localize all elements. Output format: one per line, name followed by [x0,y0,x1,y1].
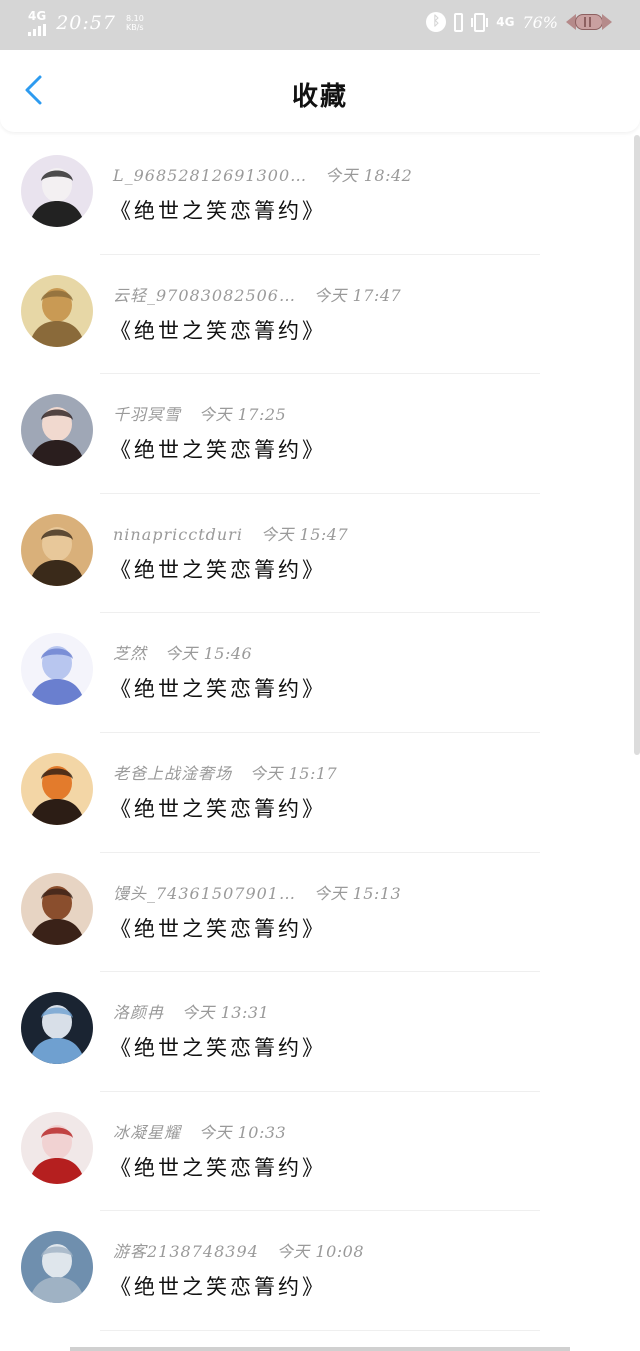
row-meta: L_96852812691300… 今天 18:42 [113,162,412,186]
avatar[interactable] [21,992,93,1065]
avatar-image [21,992,93,1065]
row-meta: 馒头_74361507901… 今天 15:13 [113,880,401,904]
network-speed-unit: KB/s [125,23,144,32]
status-bar: 4G 20:57 8.10 KB/s ᛒ 4G 76% [0,0,640,50]
avatar-image [21,1231,93,1304]
row-meta: 冰凝星耀 今天 10:33 [113,1119,286,1143]
timestamp: 今天 10:33 [199,1122,287,1142]
timestamp: 今天 15:13 [313,883,402,903]
favorite-content[interactable]: 《绝世之笑恋箐约》 [110,195,326,225]
avatar[interactable] [21,513,93,586]
header: 收藏 [0,50,640,132]
battery-icon [566,12,612,32]
status-left: 4G 20:57 8.10 KB/s [28,10,144,36]
row-meta: 洛颜冉 今天 13:31 [113,999,269,1023]
list-item[interactable]: 馒头_74361507901… 今天 15:13 《绝世之笑恋箐约》 [0,853,640,973]
user-name[interactable]: 冰凝星耀 [113,1119,181,1143]
list-item[interactable]: 游客2138748394 今天 10:08 《绝世之笑恋箐约》 [0,1211,640,1331]
timestamp: 今天 17:47 [313,285,402,305]
bluetooth-icon: ᛒ [426,12,447,32]
avatar[interactable] [21,1111,93,1184]
list-item[interactable]: 洛颜冉 今天 13:31 《绝世之笑恋箐约》 [0,972,640,1092]
avatar-image [21,752,93,825]
avatar-image [21,394,93,467]
network-speed: 8.10 KB/s [126,14,144,32]
row-meta: 云轻_97083082506… 今天 17:47 [113,282,401,306]
avatar[interactable] [21,633,93,706]
user-name[interactable]: 老爸上战淦奢场 [113,760,232,784]
network-speed-value: 8.10 [125,14,144,23]
avatar[interactable] [21,274,93,347]
status-right: ᛒ 4G 76% [426,12,612,32]
row-meta: 芝然 今天 15:46 [113,640,252,664]
avatar-image [21,274,93,347]
list-item[interactable]: 芝然 今天 15:46 《绝世之笑恋箐约》 [0,613,640,733]
timestamp: 今天 10:08 [276,1242,365,1262]
avatar[interactable] [21,752,93,825]
avatar-image [21,872,93,945]
favorite-content[interactable]: 《绝世之笑恋箐约》 [110,315,326,345]
timestamp: 今天 18:42 [325,166,413,185]
list-item[interactable]: ninapricctduri 今天 15:47 《绝世之笑恋箐约》 [0,494,640,614]
user-name[interactable]: 游客2138748394 [113,1238,259,1262]
battery-percent: 76% [522,12,558,32]
list-item[interactable]: 冰凝星耀 今天 10:33 《绝世之笑恋箐约》 [0,1092,640,1212]
user-name[interactable]: 千羽冥雪 [113,401,181,425]
bottom-edge [70,1347,570,1351]
timestamp: 今天 13:31 [182,1003,270,1023]
avatar-image [21,155,93,227]
row-meta: ninapricctduri 今天 15:47 [113,521,348,545]
list-item[interactable]: 云轻_97083082506… 今天 17:47 《绝世之笑恋箐约》 [0,255,640,375]
list-item[interactable]: L_96852812691300… 今天 18:42 《绝世之笑恋箐约》 [0,135,640,255]
avatar[interactable] [21,1231,93,1304]
favorite-content[interactable]: 《绝世之笑恋箐约》 [110,1032,326,1062]
clock: 20:57 [56,12,116,34]
user-name[interactable]: L_96852812691300… [113,166,307,185]
timestamp: 今天 15:47 [260,524,349,544]
avatar[interactable] [21,394,93,467]
avatar-image [21,1111,93,1184]
avatar[interactable] [21,872,93,945]
user-name[interactable]: 云轻_97083082506… [113,282,296,306]
favorite-content[interactable]: 《绝世之笑恋箐约》 [110,554,326,584]
avatar-image [21,633,93,706]
favorite-content[interactable]: 《绝世之笑恋箐约》 [110,793,326,823]
page-title: 收藏 [291,82,348,112]
timestamp: 今天 15:17 [250,763,338,783]
favorite-content[interactable]: 《绝世之笑恋箐约》 [110,913,326,943]
favorites-list: L_96852812691300… 今天 18:42 《绝世之笑恋箐约》 云轻_… [0,135,640,1331]
favorite-content[interactable]: 《绝世之笑恋箐约》 [110,1152,326,1182]
timestamp: 今天 15:46 [165,644,253,664]
row-meta: 老爸上战淦奢场 今天 15:17 [113,760,337,784]
avatar-image [21,513,93,586]
list-item[interactable]: 老爸上战淦奢场 今天 15:17 《绝世之笑恋箐约》 [0,733,640,853]
user-name[interactable]: ninapricctduri [113,525,243,544]
favorite-content[interactable]: 《绝世之笑恋箐约》 [110,673,326,703]
scrollbar[interactable] [634,135,640,755]
favorite-content[interactable]: 《绝世之笑恋箐约》 [110,434,326,464]
user-name[interactable]: 芝然 [113,640,147,664]
row-meta: 游客2138748394 今天 10:08 [113,1238,364,1262]
network-type-right: 4G [496,15,515,29]
list-item[interactable]: 千羽冥雪 今天 17:25 《绝世之笑恋箐约》 [0,374,640,494]
favorite-content[interactable]: 《绝世之笑恋箐约》 [110,1271,326,1301]
avatar[interactable] [21,155,93,227]
signal-indicator: 4G [28,10,46,36]
row-meta: 千羽冥雪 今天 17:25 [113,401,286,425]
user-name[interactable]: 馒头_74361507901… [113,880,296,904]
divider [100,1329,540,1331]
timestamp: 今天 17:25 [199,405,287,425]
device-battery-icon [454,12,464,32]
signal-bars-icon [28,24,46,36]
vibrate-icon [471,12,489,32]
network-type: 4G [28,9,47,23]
user-name[interactable]: 洛颜冉 [113,999,164,1023]
